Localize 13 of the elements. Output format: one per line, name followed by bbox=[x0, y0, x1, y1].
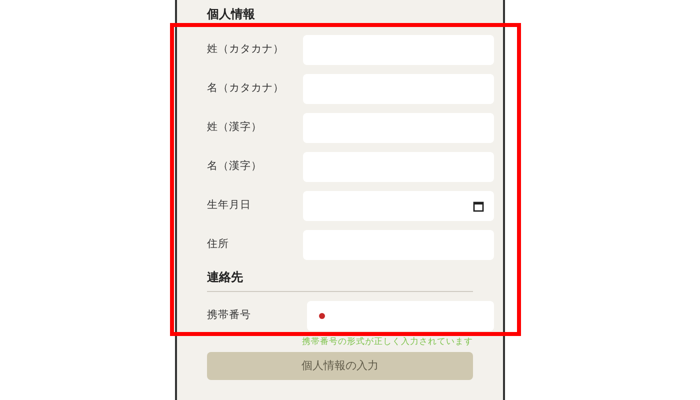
calendar-icon bbox=[473, 200, 484, 212]
validation-message: 携帯番号の形式が正しく入力されています bbox=[302, 336, 473, 348]
section-title: 連絡先 bbox=[207, 269, 244, 286]
field-label: 携帯番号 bbox=[207, 308, 252, 324]
phone-field[interactable] bbox=[307, 301, 494, 331]
field-label: 名（漢字） bbox=[207, 159, 263, 174]
date-field[interactable] bbox=[303, 191, 494, 221]
section-title: 個人情報 bbox=[207, 6, 256, 23]
field-label: 姓（カタカナ） bbox=[207, 42, 285, 58]
field-label: 姓（漢字） bbox=[207, 120, 263, 136]
field-label: 生年月日 bbox=[207, 198, 252, 214]
field-label: 名（カタカナ） bbox=[207, 81, 285, 96]
field-label: 住所 bbox=[207, 237, 230, 252]
